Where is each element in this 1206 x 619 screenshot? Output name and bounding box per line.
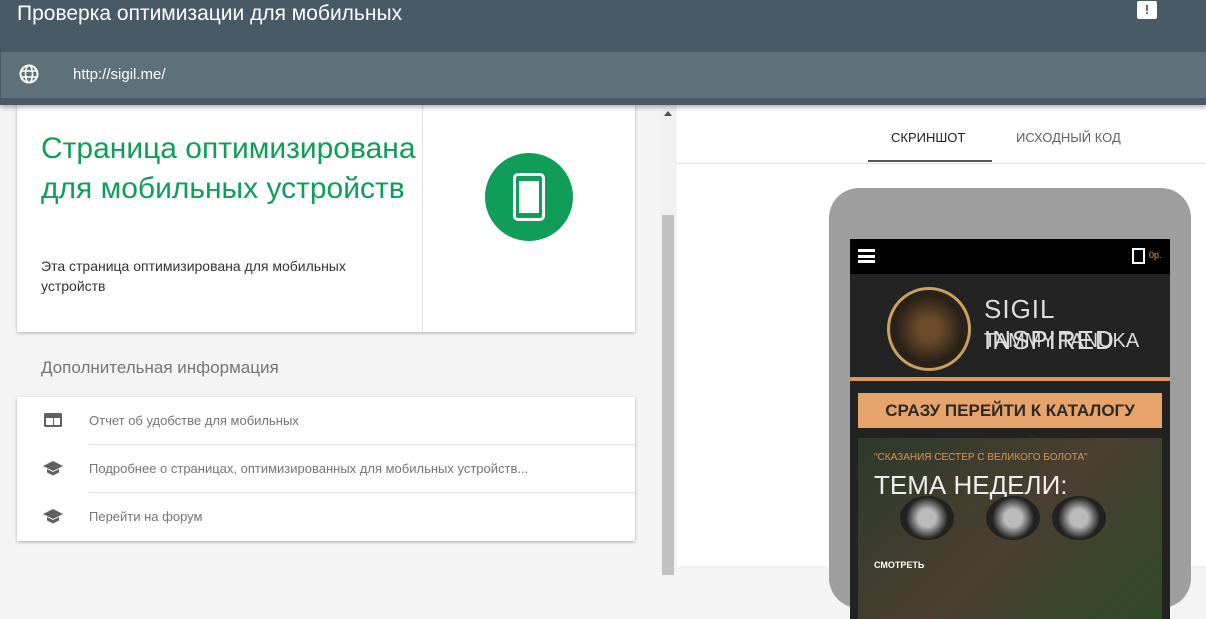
link-label: Перейти на форум <box>89 509 203 524</box>
result-subtitle: Эта страница оптимизирована для мобильны… <box>41 258 346 294</box>
url-bar[interactable]: http://sigil.me/ <box>1 52 1206 98</box>
product-jar <box>900 496 954 540</box>
scroll-up-icon[interactable] <box>664 111 672 116</box>
tab-screenshot[interactable]: СКРИНШОТ <box>891 130 965 145</box>
seal-logo-icon <box>887 287 971 371</box>
mobile-friendly-badge <box>485 153 573 241</box>
page-screenshot: 0р. SIGIL INSPIRED TAMMY TANUKA СРАЗУ ПЕ… <box>850 239 1170 619</box>
hero-subtitle: "СКАЗАНИЯ СЕСТЕР С ВЕЛИКОГО БОЛОТА" <box>874 452 1088 463</box>
app-header: Проверка оптимизации для мобильных ! htt… <box>0 0 1206 105</box>
cart-total: 0р. <box>1149 250 1162 260</box>
tab-source-code[interactable]: ИСХОДНЫЙ КОД <box>1016 130 1121 145</box>
page-title: Проверка оптимизации для мобильных <box>17 2 403 25</box>
smartphone-icon <box>513 173 545 221</box>
hero-title: ТЕМА НЕДЕЛИ: <box>874 470 1068 500</box>
school-icon <box>43 460 63 478</box>
product-jar <box>986 496 1040 540</box>
hero-more: СМОТРЕТЬ <box>874 560 925 570</box>
result-title: Страница оптимизирована для мобильных ус… <box>41 132 416 205</box>
globe-icon <box>19 64 39 84</box>
brand-subname: TAMMY TANUKA <box>984 330 1140 352</box>
result-card: Страница оптимизирована для мобильных ус… <box>17 105 635 332</box>
url-input[interactable]: http://sigil.me/ <box>73 66 166 83</box>
link-learn-more[interactable]: Подробнее о страницах, оптимизированных … <box>17 445 635 493</box>
link-label: Отчет об удобстве для мобильных <box>89 413 299 428</box>
phone-frame: 0р. SIGIL INSPIRED TAMMY TANUKA СРАЗУ ПЕ… <box>829 188 1191 619</box>
link-mobile-usability-report[interactable]: Отчет об удобстве для мобильных <box>17 397 635 445</box>
cart-icon <box>1132 248 1145 264</box>
product-jar <box>1052 496 1106 540</box>
divider <box>677 163 1206 164</box>
link-forum[interactable]: Перейти на форум <box>17 493 635 541</box>
menu-icon <box>858 249 875 263</box>
scrollbar[interactable] <box>660 105 676 575</box>
scrollbar-thumb[interactable] <box>662 215 674 575</box>
school-icon <box>43 508 63 526</box>
site-logo: SIGIL INSPIRED TAMMY TANUKA <box>850 274 1170 381</box>
catalog-banner: СРАЗУ ПЕРЕЙТИ К КАТАЛОГУ ТЕНЕЙ <box>858 393 1162 455</box>
hero-image: "СКАЗАНИЯ СЕСТЕР С ВЕЛИКОГО БОЛОТА" ТЕМА… <box>858 438 1162 619</box>
web-icon <box>43 412 63 430</box>
site-topbar: 0р. <box>850 239 1170 274</box>
divider <box>422 105 423 332</box>
link-label: Подробнее о страницах, оптимизированных … <box>89 461 529 476</box>
feedback-icon[interactable]: ! <box>1137 1 1157 19</box>
preview-pane: СКРИНШОТ ИСХОДНЫЙ КОД 0р. SIGIL INSPIRED… <box>677 105 1206 619</box>
active-tab-indicator <box>868 160 992 162</box>
links-card: Отчет об удобстве для мобильных Подробне… <box>17 397 635 541</box>
results-pane: Страница оптимизирована для мобильных ус… <box>0 105 660 566</box>
section-heading: Дополнительная информация <box>41 358 279 377</box>
